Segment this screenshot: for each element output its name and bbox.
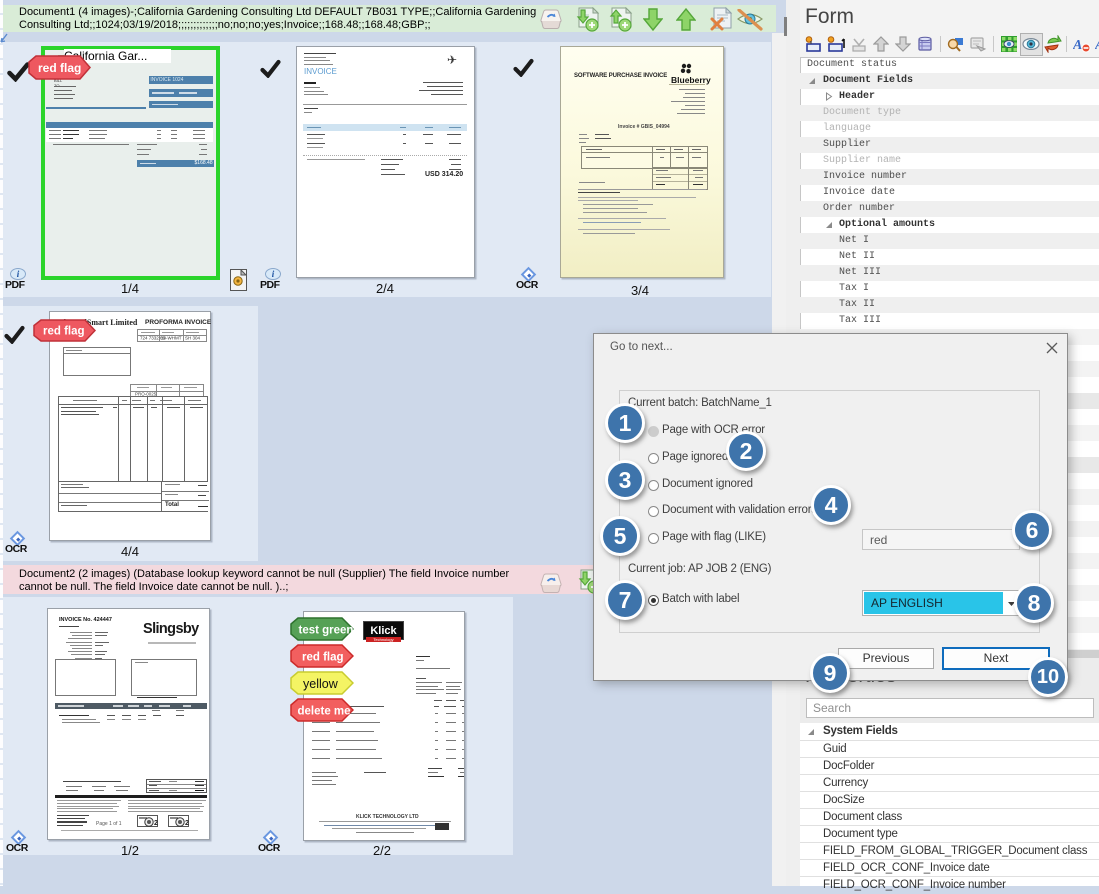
svg-text:delete me: delete me — [298, 706, 351, 718]
svg-text:2: 2 — [185, 820, 189, 827]
svg-text:2: 2 — [154, 820, 158, 827]
svg-text:yellow: yellow — [303, 677, 339, 691]
svg-text:red flag: red flag — [43, 326, 85, 338]
svg-text:A: A — [1073, 38, 1082, 53]
svg-text:A: A — [1095, 38, 1099, 53]
svg-text:red flag: red flag — [302, 652, 344, 664]
svg-text:test green: test green — [299, 625, 354, 637]
svg-text:red flag: red flag — [38, 61, 81, 75]
